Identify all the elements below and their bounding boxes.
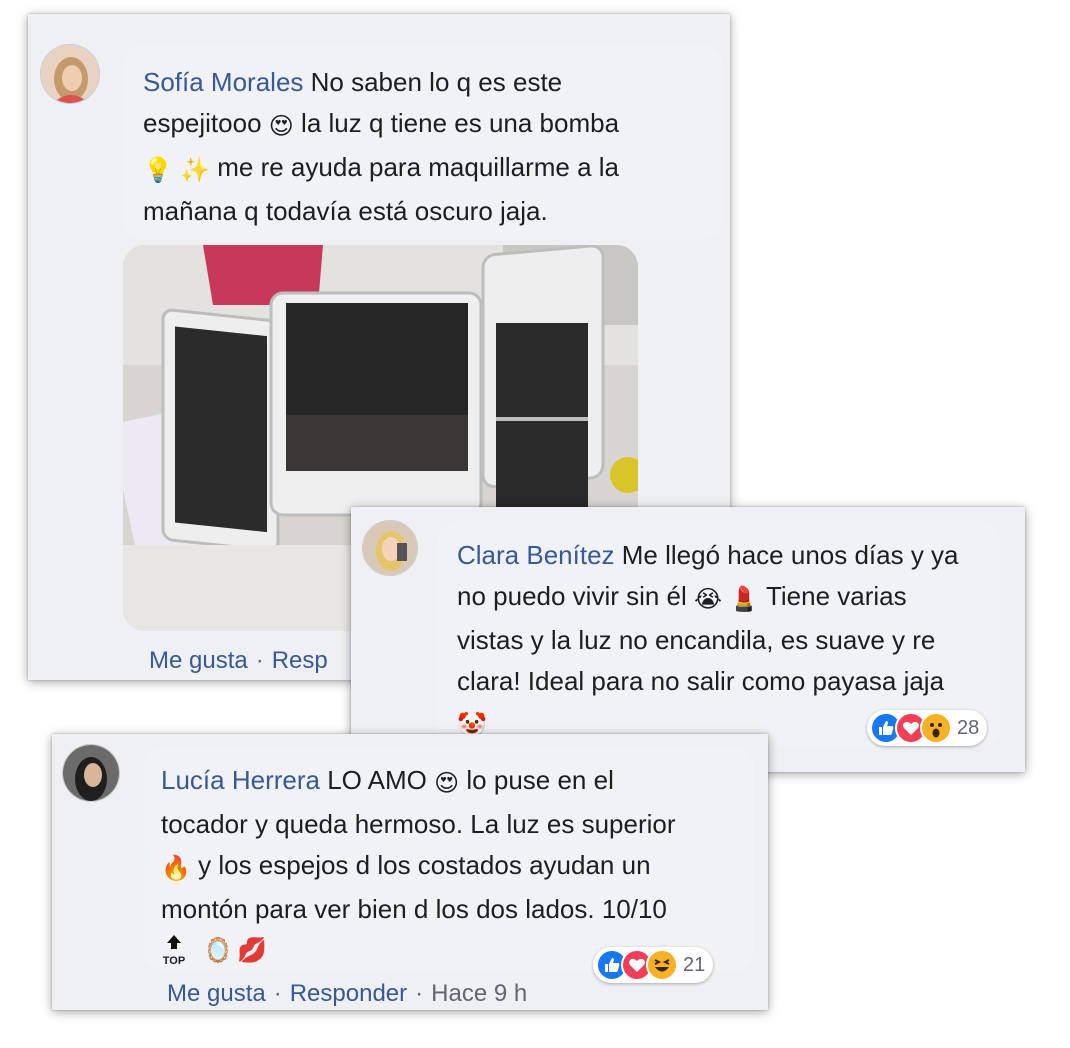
- avatar-photo: [41, 45, 99, 103]
- avatar-photo: [363, 521, 417, 575]
- light-bulb-emoji-icon: 💡: [143, 157, 173, 184]
- kiss-mark-emoji-icon: 💋: [237, 937, 267, 964]
- comment-bubble: Lucía Herrera LO AMO 😍 lo puse en el toc…: [144, 746, 754, 972]
- wow-icon: [920, 712, 952, 744]
- comment-line-3: 💡 ✨ me re ayuda para maquillarme a la: [143, 147, 701, 191]
- comment-text: lo puse en el: [466, 765, 614, 795]
- comment-card-3: Lucía Herrera LO AMO 😍 lo puse en el toc…: [52, 734, 768, 1010]
- sparkles-emoji-icon: ✨: [180, 157, 211, 184]
- comment-text: no puedo vivir sin él: [457, 581, 687, 611]
- fire-emoji-icon: 🔥: [161, 855, 191, 882]
- comment-text: me re ayuda para maquillarme a la: [217, 152, 620, 182]
- reply-link[interactable]: Resp: [272, 647, 328, 674]
- top-arrow-emoji-icon: TOP: [161, 934, 187, 967]
- reaction-count: 28: [957, 716, 980, 739]
- comment-bubble: Sofía Morales No saben lo q es este espe…: [123, 44, 723, 240]
- separator-dot: ·: [415, 980, 424, 1007]
- separator-dot: ·: [273, 980, 282, 1007]
- comment-author[interactable]: Lucía Herrera: [161, 765, 320, 795]
- comment-line-4: clara! Ideal para no salir como payasa j…: [457, 666, 945, 696]
- reply-link[interactable]: Responder: [290, 980, 407, 1007]
- mirror-emoji-icon: 🪞: [203, 937, 233, 964]
- comment-text: espejitooo: [143, 108, 262, 138]
- avatar[interactable]: [362, 520, 418, 576]
- comment-line-2: no puedo vivir sin él 😭 💄 Tiene varias: [457, 576, 991, 620]
- heart-eyes-emoji-icon: 😍: [268, 113, 294, 140]
- avatar[interactable]: [40, 44, 100, 104]
- reaction-count: 21: [683, 953, 706, 976]
- heart-eyes-emoji-icon: 😍: [434, 770, 460, 797]
- separator-dot: ·: [255, 647, 264, 674]
- comment-text: Tiene varias: [765, 581, 907, 611]
- comment-line-3: 🔥 y los espejos d los costados ayudan un: [161, 845, 744, 889]
- comment-actions: Me gusta · Responder · Hace 9 h: [167, 980, 527, 1008]
- reactions-summary[interactable]: 21: [593, 947, 714, 983]
- crying-face-emoji-icon: 😭: [694, 586, 723, 613]
- comment-author[interactable]: Clara Benítez: [457, 540, 615, 570]
- comment-actions: Me gusta · Resp: [149, 647, 328, 675]
- comment-text: No saben lo q es este: [310, 67, 563, 97]
- comment-line-1: Sofía Morales No saben lo q es este: [143, 62, 701, 103]
- reactions-summary[interactable]: 28: [867, 710, 988, 746]
- comment-author[interactable]: Sofía Morales: [143, 67, 303, 97]
- avatar-photo: [63, 745, 119, 801]
- comment-line-2: espejitooo 😍 la luz q tiene es una bomba: [143, 103, 701, 147]
- comment-line-3: vistas y la luz no encandila, es suave y…: [457, 625, 936, 655]
- top-label: TOP: [162, 955, 186, 967]
- haha-icon: [646, 949, 678, 981]
- comment-line-1: Lucía Herrera LO AMO 😍 lo puse en el: [161, 760, 744, 804]
- comment-line-4: mañana q todavía está oscuro jaja.: [143, 196, 548, 226]
- comment-card-2: Clara Benítez Me llegó hace unos días y …: [351, 507, 1025, 772]
- avatar[interactable]: [62, 744, 120, 802]
- like-link[interactable]: Me gusta: [167, 980, 266, 1007]
- comment-text: y los espejos d los costados ayudan un: [198, 850, 651, 880]
- comment-line-1: Clara Benítez Me llegó hace unos días y …: [457, 535, 991, 576]
- like-link[interactable]: Me gusta: [149, 647, 248, 674]
- lipstick-emoji-icon: 💄: [729, 586, 760, 613]
- comment-text: Me llegó hace unos días y ya: [621, 540, 959, 570]
- comment-text: LO AMO: [327, 765, 427, 795]
- comment-line-2: tocador y queda hermoso. La luz es super…: [161, 809, 676, 839]
- comment-text: la luz q tiene es una bomba: [301, 108, 620, 138]
- timestamp: Hace 9 h: [431, 980, 528, 1007]
- comment-line-4: montón para ver bien d los dos lados. 10…: [161, 894, 667, 924]
